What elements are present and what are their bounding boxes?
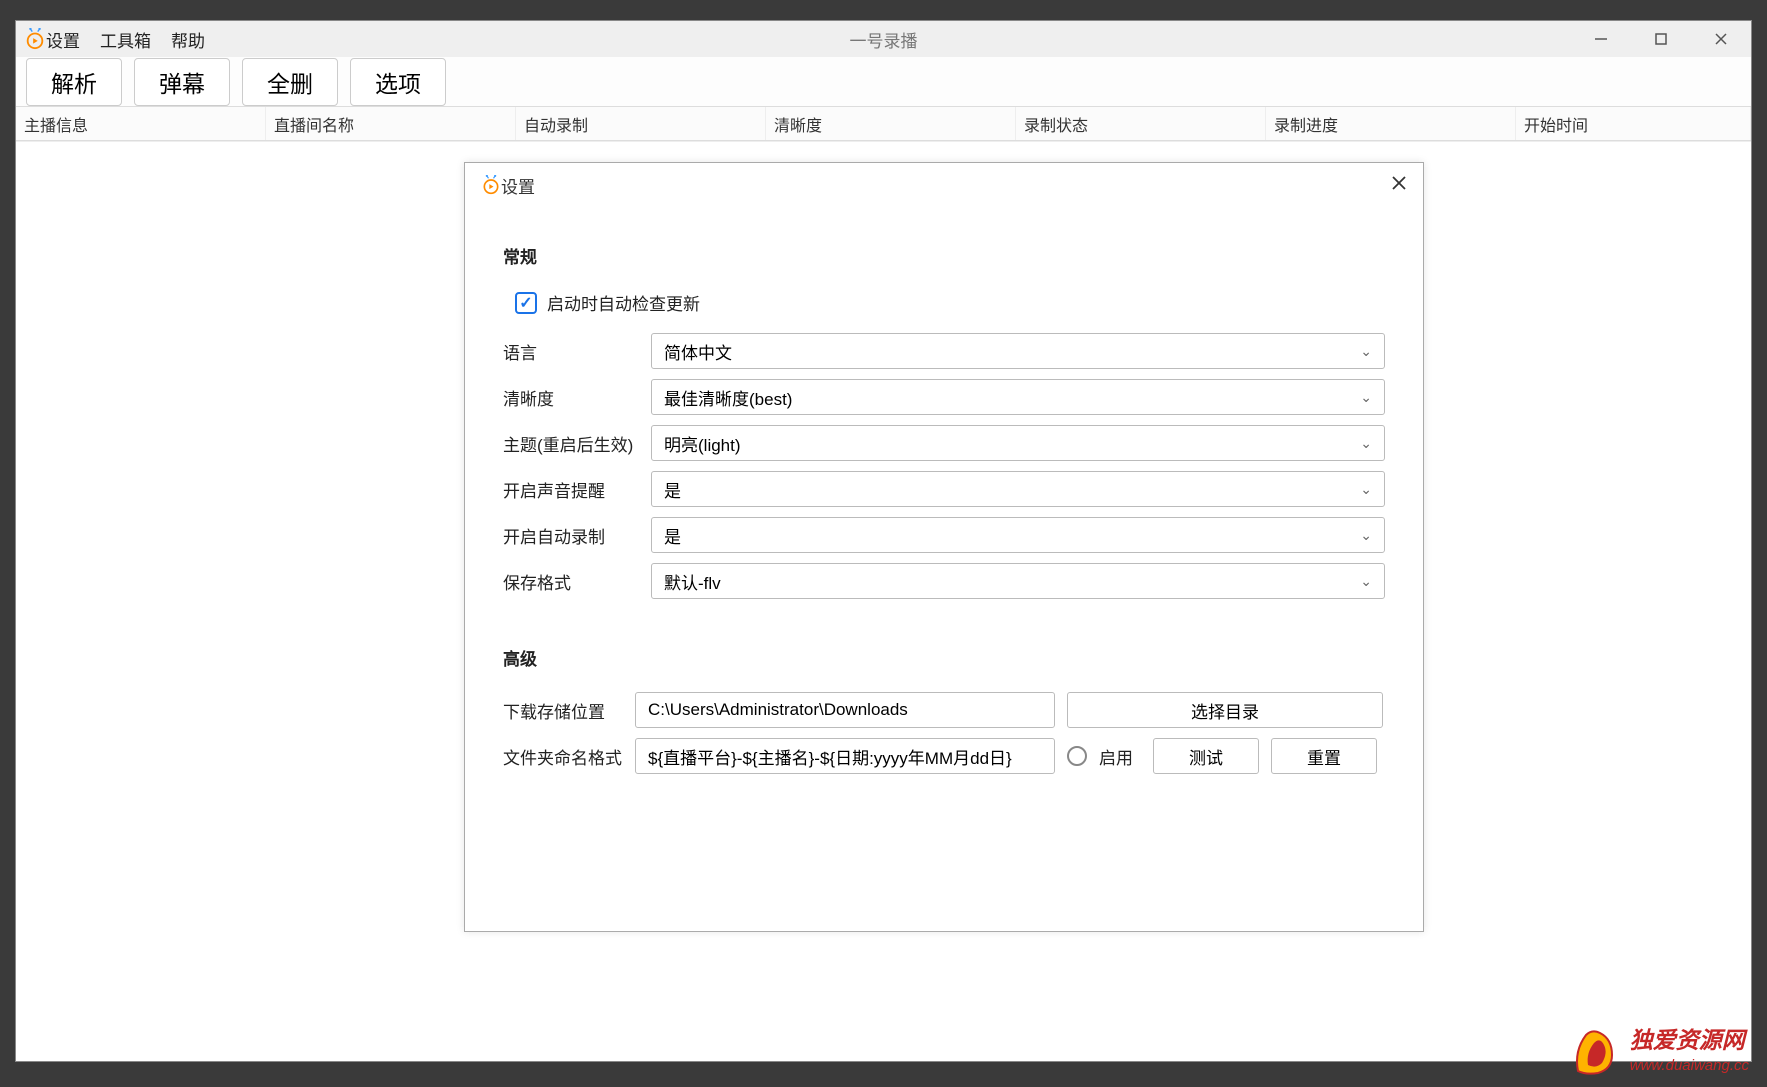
chevron-down-icon: ⌄ [1360,573,1372,590]
section-advanced: 高级 [503,645,1385,670]
menu-toolbox[interactable]: 工具箱 [100,27,151,52]
menu-help[interactable]: 帮助 [171,27,205,52]
minimize-button[interactable] [1571,21,1631,57]
col-record-progress[interactable]: 录制进度 [1266,107,1516,140]
autorec-select[interactable]: 是 ⌄ [651,517,1385,553]
check-icon: ✓ [519,293,532,313]
toolbar: 解析 弹幕 全删 选项 [16,57,1751,107]
maximize-button[interactable] [1631,21,1691,57]
folder-format-label: 文件夹命名格式 [503,744,623,769]
watermark-logo-icon [1568,1025,1620,1077]
window-controls [1571,21,1751,57]
dialog-header: 设置 [465,163,1423,207]
watermark-title: 独爱资源网 [1630,1026,1749,1056]
app-icon [481,175,501,195]
options-button[interactable]: 选项 [350,58,446,106]
col-auto-record[interactable]: 自动录制 [516,107,766,140]
watermark: 独爱资源网 www.duaiwang.cc [1568,1025,1749,1077]
dialog-title: 设置 [501,173,535,198]
danmu-button[interactable]: 弹幕 [134,58,230,106]
col-anchor-info[interactable]: 主播信息 [16,107,266,140]
window-title: 一号录播 [850,27,918,52]
app-icon [24,28,46,50]
section-general: 常规 [503,243,1385,268]
delete-all-button[interactable]: 全删 [242,58,338,106]
check-update-row: ✓ 启动时自动检查更新 [503,290,1385,315]
chevron-down-icon: ⌄ [1360,481,1372,498]
parse-button[interactable]: 解析 [26,58,122,106]
sound-value: 是 [664,477,681,502]
close-button[interactable] [1691,21,1751,57]
download-path-input[interactable] [635,692,1055,728]
format-select[interactable]: 默认-flv ⌄ [651,563,1385,599]
content-area: 设置 常规 ✓ 启动时自动检查更新 语言 [16,141,1751,1061]
folder-format-input[interactable] [635,738,1055,774]
autorec-label: 开启自动录制 [503,523,651,548]
chevron-down-icon: ⌄ [1360,389,1372,406]
choose-dir-button[interactable]: 选择目录 [1067,692,1383,728]
enable-label: 启用 [1099,744,1133,769]
format-value: 默认-flv [664,569,721,594]
quality-label: 清晰度 [503,385,651,410]
check-update-label: 启动时自动检查更新 [547,290,700,315]
sound-select[interactable]: 是 ⌄ [651,471,1385,507]
autorec-value: 是 [664,523,681,548]
chevron-down-icon: ⌄ [1360,527,1372,544]
watermark-url: www.duaiwang.cc [1630,1056,1749,1076]
theme-label: 主题(重启后生效) [503,431,651,456]
sound-label: 开启声音提醒 [503,477,651,502]
menu-settings[interactable]: 设置 [46,27,80,52]
language-value: 简体中文 [664,339,732,364]
table-header: 主播信息 直播间名称 自动录制 清晰度 录制状态 录制进度 开始时间 [16,107,1751,141]
language-label: 语言 [503,339,651,364]
language-select[interactable]: 简体中文 ⌄ [651,333,1385,369]
col-quality[interactable]: 清晰度 [766,107,1016,140]
format-label: 保存格式 [503,569,651,594]
test-button[interactable]: 测试 [1153,738,1259,774]
quality-select[interactable]: 最佳清晰度(best) ⌄ [651,379,1385,415]
enable-radio[interactable] [1067,746,1087,766]
dialog-body: 常规 ✓ 启动时自动检查更新 语言 简体中文 ⌄ 清晰 [465,207,1423,804]
col-record-status[interactable]: 录制状态 [1016,107,1266,140]
col-start-time[interactable]: 开始时间 [1516,107,1751,140]
main-window: 设置 工具箱 帮助 一号录播 解析 弹幕 全删 选项 主播信息 直播间名称 自动… [15,20,1752,1062]
chevron-down-icon: ⌄ [1360,435,1372,452]
settings-dialog: 设置 常规 ✓ 启动时自动检查更新 语言 [464,162,1424,932]
col-room-name[interactable]: 直播间名称 [266,107,516,140]
quality-value: 最佳清晰度(best) [664,385,792,410]
titlebar: 设置 工具箱 帮助 一号录播 [16,21,1751,57]
theme-value: 明亮(light) [664,431,741,456]
dialog-close-button[interactable] [1391,174,1407,197]
check-update-checkbox[interactable]: ✓ [515,292,537,314]
theme-select[interactable]: 明亮(light) ⌄ [651,425,1385,461]
reset-button[interactable]: 重置 [1271,738,1377,774]
chevron-down-icon: ⌄ [1360,343,1372,360]
download-path-label: 下载存储位置 [503,698,623,723]
